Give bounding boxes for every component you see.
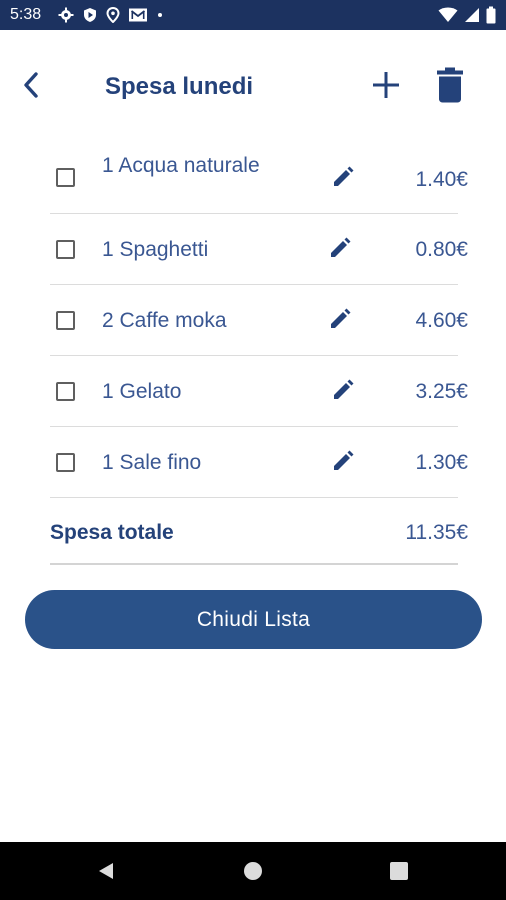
item-label: 2 Caffe moka <box>102 309 227 332</box>
gear-icon <box>58 7 74 23</box>
edit-button[interactable] <box>327 308 353 334</box>
nav-home-icon[interactable] <box>244 862 262 880</box>
trash-icon <box>436 67 464 108</box>
total-row: Spesa totale 11.35€ <box>50 500 468 565</box>
list-item: 1 Gelato 3.25€ <box>50 356 468 427</box>
pencil-icon <box>329 237 351 264</box>
total-label: Spesa totale <box>50 521 174 544</box>
item-price: 1.30€ <box>415 451 468 474</box>
item-label: 1 Acqua naturale <box>102 154 260 177</box>
gmail-icon <box>128 7 148 23</box>
list-item: 2 Caffe moka 4.60€ <box>50 285 468 356</box>
edit-button[interactable] <box>327 237 353 263</box>
navigation-bar <box>0 842 506 900</box>
shopping-list: 1 Acqua naturale 1.40€ 1 Spaghetti 0.80€ <box>50 142 468 498</box>
close-list-button[interactable]: Chiudi Lista <box>25 590 482 649</box>
item-checkbox[interactable] <box>56 311 75 330</box>
edit-button[interactable] <box>330 379 356 405</box>
item-checkbox[interactable] <box>56 168 75 187</box>
pencil-icon <box>332 450 354 477</box>
item-price: 0.80€ <box>415 238 468 261</box>
add-item-button[interactable] <box>368 68 404 106</box>
list-item: 1 Sale fino 1.30€ <box>50 427 468 498</box>
item-checkbox[interactable] <box>56 453 75 472</box>
chevron-left-icon <box>22 71 40 104</box>
list-item: 1 Spaghetti 0.80€ <box>50 214 468 285</box>
status-icons-left <box>58 5 164 25</box>
status-icons-right <box>438 5 496 25</box>
item-price: 1.40€ <box>415 168 468 191</box>
wifi-icon <box>438 7 458 23</box>
status-time: 5:38 <box>10 6 42 23</box>
back-button[interactable] <box>14 68 48 106</box>
item-label: 1 Gelato <box>102 380 182 403</box>
app-header: Spesa lunedi <box>0 30 506 140</box>
pencil-icon <box>332 379 354 406</box>
list-item: 1 Acqua naturale 1.40€ <box>50 142 468 214</box>
item-price: 3.25€ <box>415 380 468 403</box>
pencil-icon <box>332 166 354 193</box>
item-checkbox[interactable] <box>56 240 75 259</box>
plus-icon <box>372 71 400 104</box>
item-price: 4.60€ <box>415 309 468 332</box>
location-pin-icon <box>106 7 120 23</box>
pencil-icon <box>329 308 351 335</box>
delete-list-button[interactable] <box>432 66 468 108</box>
item-label: 1 Spaghetti <box>102 238 209 261</box>
nav-recents-icon[interactable] <box>390 862 408 880</box>
shield-play-icon <box>82 7 98 23</box>
signal-icon <box>464 7 480 23</box>
edit-button[interactable] <box>330 166 356 192</box>
total-value: 11.35€ <box>405 521 468 544</box>
dot-icon <box>156 7 164 23</box>
battery-icon <box>486 6 496 24</box>
nav-back-icon[interactable] <box>96 861 116 881</box>
status-bar: 5:38 <box>0 0 506 30</box>
edit-button[interactable] <box>330 450 356 476</box>
page-title: Spesa lunedi <box>105 73 254 100</box>
item-label: 1 Sale fino <box>102 451 202 474</box>
item-checkbox[interactable] <box>56 382 75 401</box>
